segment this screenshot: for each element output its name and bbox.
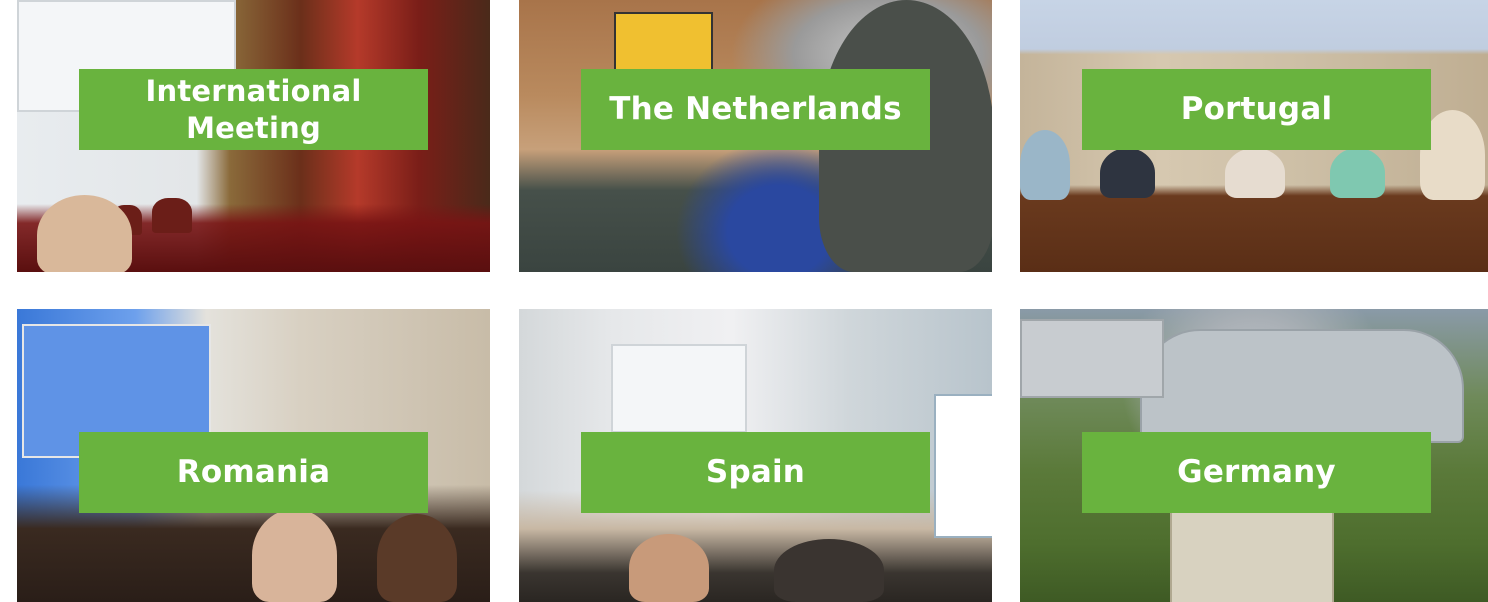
tile-international-meeting[interactable]: International Meeting (17, 0, 490, 272)
tile-label: The Netherlands (609, 91, 902, 127)
panelist (1100, 148, 1155, 198)
curved-roof-building (1140, 329, 1464, 443)
tile-label-box: Germany (1082, 432, 1431, 513)
audience-person (37, 195, 132, 272)
tile-label: Portugal (1180, 91, 1333, 127)
tile-label: Spain (705, 454, 806, 490)
tile-label-box: Spain (581, 432, 930, 513)
tile-germany[interactable]: Germany (1020, 309, 1488, 602)
laptop-screen (614, 12, 713, 74)
panelist (1020, 130, 1070, 200)
tile-netherlands[interactable]: The Netherlands (519, 0, 992, 272)
building (1020, 319, 1164, 398)
tile-label: Germany (1177, 454, 1336, 490)
chair (152, 198, 192, 233)
panelist (1330, 148, 1385, 198)
tile-portugal[interactable]: Portugal (1020, 0, 1488, 272)
audience-person (774, 539, 884, 602)
tile-label-box: The Netherlands (581, 69, 930, 150)
tile-label-box: Portugal (1082, 69, 1431, 150)
tile-spain[interactable]: Spain (519, 309, 992, 602)
audience-person (629, 534, 709, 602)
tile-label: International Meeting (145, 73, 362, 145)
tile-label: Romania (176, 454, 331, 490)
panelist (1225, 148, 1285, 198)
tile-label-box: Romania (79, 432, 428, 513)
tile-romania[interactable]: Romania (17, 309, 490, 602)
roll-up-banner (934, 394, 992, 538)
tile-label-box: International Meeting (79, 69, 428, 150)
presentation-screen (611, 344, 747, 433)
audience-person (252, 509, 337, 602)
audience-person (377, 514, 457, 602)
building-facade (1170, 509, 1334, 602)
